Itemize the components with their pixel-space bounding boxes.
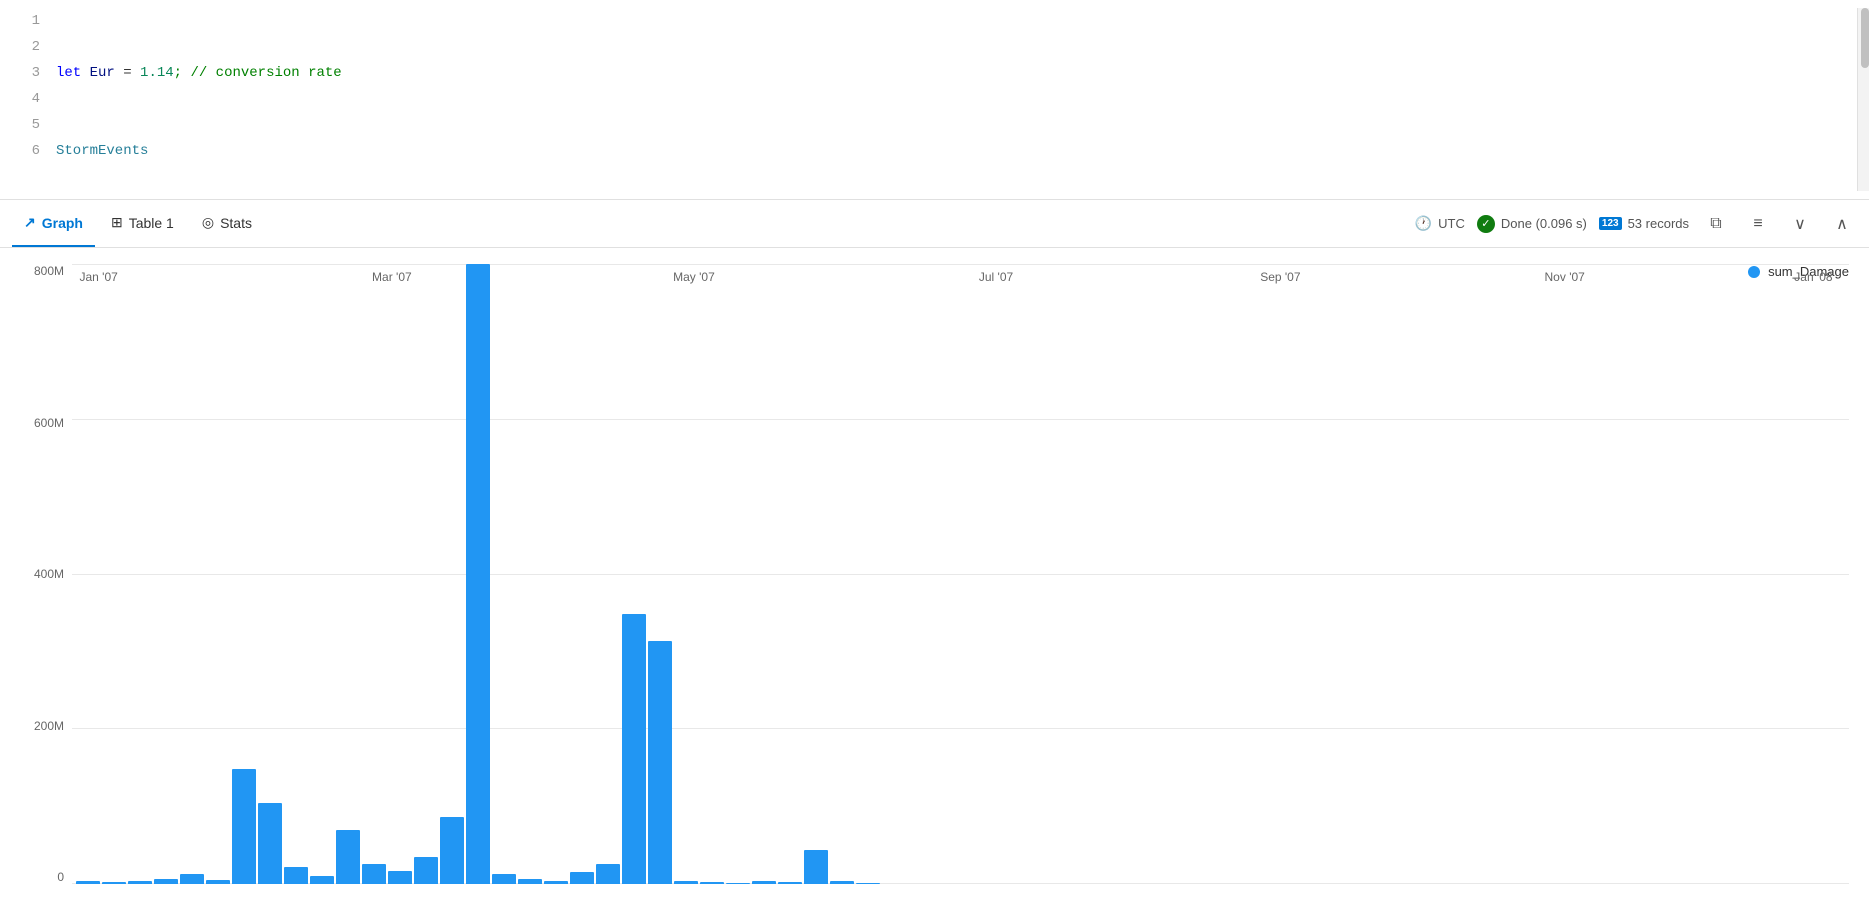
- code-editor[interactable]: 1 2 3 4 5 6 let Eur = 1.14; // conversio…: [0, 0, 1869, 200]
- y-label-800: 800M: [34, 264, 64, 278]
- bar-20: [596, 864, 620, 884]
- y-axis: 800M 600M 400M 200M 0: [20, 264, 72, 914]
- chart-area: sum_Damage 800M 600M 400M 200M 0: [0, 248, 1869, 914]
- tab-stats[interactable]: ◎ Stats: [190, 200, 264, 247]
- bar-10: [336, 830, 360, 884]
- bar-5: [206, 880, 230, 884]
- columns-icon: ≡: [1753, 215, 1762, 233]
- code-content[interactable]: let Eur = 1.14; // conversion rate Storm…: [48, 8, 1857, 191]
- utc-label: UTC: [1438, 216, 1465, 231]
- bar-4: [180, 874, 204, 884]
- bar-25: [726, 883, 750, 884]
- bar-6: [232, 769, 256, 884]
- bar-7: [258, 803, 282, 884]
- bar-27: [778, 882, 802, 884]
- records-status: 123 53 records: [1599, 216, 1689, 231]
- done-label: Done (0.096 s): [1501, 216, 1587, 231]
- bar-21: [622, 614, 646, 884]
- x-label-1: Mar '07: [372, 270, 412, 284]
- bar-22: [648, 641, 672, 884]
- clock-icon: 🕐: [1415, 215, 1432, 232]
- bar-23: [674, 881, 698, 884]
- table-icon: ⊞: [111, 214, 123, 231]
- bar-0: [76, 881, 100, 884]
- y-label-400: 400M: [34, 567, 64, 581]
- chevron-up-icon: ∧: [1836, 214, 1848, 234]
- stats-icon: ◎: [202, 214, 214, 231]
- utc-status[interactable]: 🕐 UTC: [1415, 215, 1465, 232]
- bar-15: [466, 264, 490, 884]
- chevron-down-icon: ∨: [1794, 214, 1806, 234]
- bar-18: [544, 881, 568, 884]
- bar-26: [752, 881, 776, 884]
- line-numbers: 1 2 3 4 5 6: [0, 8, 48, 191]
- chart-plot: Jan '07 Mar '07 May '07 Jul '07 Sep '07 Nov '…: [72, 264, 1849, 914]
- graph-icon: ↗: [24, 214, 36, 231]
- tab-table-label: Table 1: [129, 215, 174, 231]
- editor-scrollbar[interactable]: [1857, 8, 1869, 191]
- bar-30: [856, 883, 880, 884]
- bar-24: [700, 882, 724, 884]
- collapse-button[interactable]: ∧: [1827, 209, 1857, 239]
- tab-graph-label: Graph: [42, 215, 83, 231]
- tab-graph[interactable]: ↗ Graph: [12, 200, 95, 247]
- scrollbar-thumb[interactable]: [1861, 8, 1869, 68]
- x-label-4: Sep '07: [1260, 270, 1300, 284]
- bar-9: [310, 876, 334, 884]
- x-label-2: May '07: [673, 270, 715, 284]
- bar-1: [102, 882, 126, 884]
- records-icon: 123: [1599, 217, 1622, 230]
- toolbar-right: 🕐 UTC ✓ Done (0.096 s) 123 53 records ⧉ …: [1415, 209, 1857, 239]
- tab-table[interactable]: ⊞ Table 1: [99, 200, 186, 247]
- bar-3: [154, 879, 178, 884]
- x-label-6: Jan '08: [1794, 270, 1832, 284]
- chart-wrapper: 800M 600M 400M 200M 0 Jan '07 Mar '07 May …: [20, 264, 1849, 914]
- copy-icon: ⧉: [1710, 215, 1721, 233]
- done-icon: ✓: [1477, 215, 1495, 233]
- bar-17: [518, 879, 542, 884]
- tab-stats-label: Stats: [220, 215, 252, 231]
- results-toolbar: ↗ Graph ⊞ Table 1 ◎ Stats 🕐 UTC ✓ Done (…: [0, 200, 1869, 248]
- y-label-200: 200M: [34, 719, 64, 733]
- bar-8: [284, 867, 308, 884]
- done-status: ✓ Done (0.096 s): [1477, 215, 1587, 233]
- x-label-5: Nov '07: [1545, 270, 1585, 284]
- x-label-3: Jul '07: [979, 270, 1013, 284]
- columns-button[interactable]: ≡: [1743, 209, 1773, 239]
- bar-19: [570, 872, 594, 884]
- bar-16: [492, 874, 516, 884]
- bar-13: [414, 857, 438, 884]
- records-label: 53 records: [1628, 216, 1689, 231]
- bars-container: [72, 264, 1849, 884]
- copy-button[interactable]: ⧉: [1701, 209, 1731, 239]
- x-label-0: Jan '07: [79, 270, 117, 284]
- bar-28: [804, 850, 828, 884]
- y-label-600: 600M: [34, 416, 64, 430]
- bar-29: [830, 881, 854, 884]
- bar-12: [388, 871, 412, 884]
- expand-button[interactable]: ∨: [1785, 209, 1815, 239]
- bar-11: [362, 864, 386, 884]
- bar-14: [440, 817, 464, 884]
- y-label-0: 0: [57, 870, 64, 884]
- x-axis: Jan '07 Mar '07 May '07 Jul '07 Sep '07 Nov '…: [72, 264, 1849, 294]
- bar-2: [128, 881, 152, 884]
